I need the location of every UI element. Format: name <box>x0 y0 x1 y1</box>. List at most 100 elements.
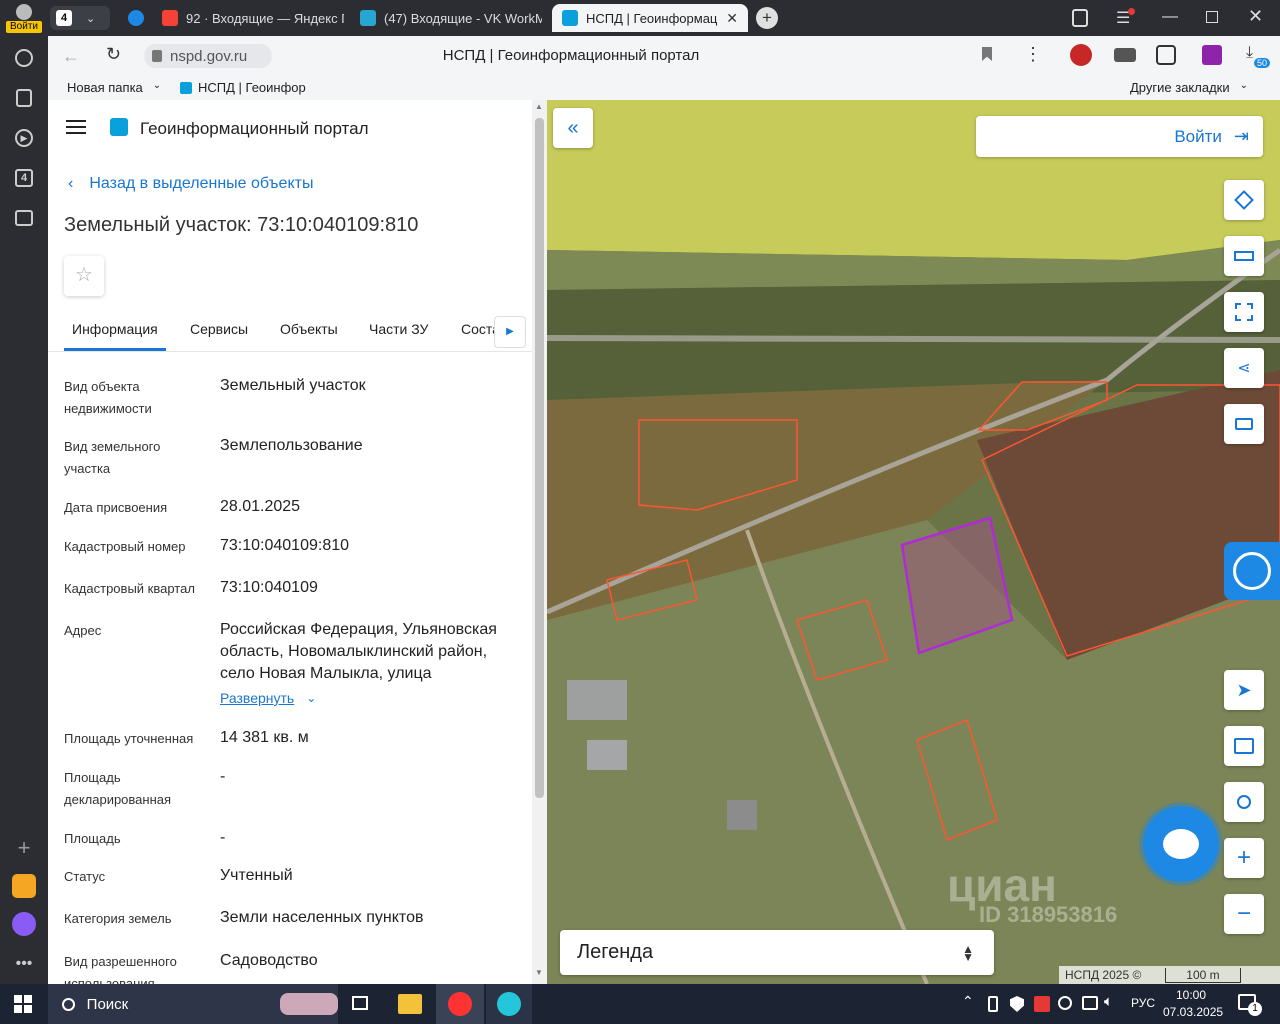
usb-icon[interactable] <box>988 996 998 1012</box>
reload-icon[interactable]: ↻ <box>106 44 121 65</box>
collections-icon[interactable] <box>1072 9 1088 27</box>
language-indicator[interactable]: РУС <box>1131 996 1155 1010</box>
panel-scrollbar[interactable]: ▲ ▼ <box>532 100 547 984</box>
browser-tab-bar: Войти 4 ⌄ 92 · Входящие — Яндекс П (47) … <box>0 0 1280 36</box>
chat-button[interactable] <box>1143 806 1219 882</box>
sakura-decoration-icon <box>280 993 338 1015</box>
field-value: - <box>220 829 226 846</box>
other-bookmarks[interactable]: Другие закладки ⌄ <box>1130 80 1248 95</box>
bookmark-icon[interactable] <box>982 47 992 61</box>
close-icon[interactable]: ✕ <box>726 10 738 27</box>
task-view-icon[interactable] <box>352 996 368 1010</box>
tabs-scroll-right-button[interactable]: ▶ <box>494 316 526 348</box>
more-options-icon[interactable]: ⋮ <box>1024 44 1042 65</box>
volume-icon[interactable]: 🔈︎ <box>1104 993 1113 1010</box>
video-play-icon[interactable]: ▶ <box>12 126 36 150</box>
extension-icon-2[interactable] <box>1114 48 1136 62</box>
tab-info[interactable]: Информация <box>72 321 158 337</box>
app-tray-icon[interactable] <box>1034 996 1050 1012</box>
network-icon[interactable] <box>1082 996 1098 1010</box>
restore-button[interactable] <box>1206 11 1218 23</box>
page-title: НСПД | Геоинформационный портал <box>442 47 700 64</box>
minimap-button[interactable] <box>1224 726 1264 766</box>
layers-button[interactable] <box>1224 180 1264 220</box>
zoom-out-button[interactable]: − <box>1224 894 1264 934</box>
collapse-panel-button[interactable]: « <box>553 108 593 148</box>
ruler-button[interactable] <box>1224 236 1264 276</box>
new-tab-button[interactable]: + <box>756 7 778 29</box>
scroll-up-arrow-icon[interactable]: ▲ <box>535 102 543 111</box>
clock[interactable]: 10:00 07.03.2025 <box>1163 987 1223 1021</box>
mail-at-icon <box>128 10 144 26</box>
screenshot-icon[interactable] <box>12 206 36 230</box>
tab-vk-workmail[interactable]: (47) Входящие - VK WorkM <box>350 4 542 32</box>
taskbar-search[interactable]: Поиск <box>48 984 338 1024</box>
tab-group-counter[interactable]: 4 ⌄ <box>50 6 110 30</box>
notifications-icon[interactable]: 1 <box>1238 994 1262 1016</box>
field-label: Статус <box>64 869 106 884</box>
back-link-label: Назад в выделенные объекты <box>89 175 314 192</box>
zoom-in-button[interactable]: + <box>1224 838 1264 878</box>
bookmark-folder[interactable]: Новая папка ⌄ <box>67 80 161 95</box>
show-hidden-icons[interactable]: ⌃ <box>962 993 974 1010</box>
print-button[interactable] <box>1224 404 1264 444</box>
messenger-app-icon[interactable] <box>486 984 532 1024</box>
lock-icon <box>152 50 162 62</box>
hamburger-menu-icon[interactable] <box>66 120 86 134</box>
windows-start-icon[interactable] <box>14 995 32 1013</box>
tab-objects[interactable]: Объекты <box>280 321 338 337</box>
collections-icon[interactable] <box>12 86 36 110</box>
login-button[interactable]: Войти ⇥ <box>976 116 1263 157</box>
yandex-browser-icon[interactable] <box>436 984 484 1024</box>
profile-button[interactable]: Войти <box>6 2 42 34</box>
back-link[interactable]: ‹ Назад в выделенные объекты <box>68 175 313 193</box>
tab-parts[interactable]: Части ЗУ <box>369 321 428 337</box>
url-text: nspd.gov.ru <box>170 47 248 65</box>
find-location-button[interactable] <box>1224 782 1264 822</box>
history-icon[interactable] <box>12 46 36 70</box>
alice-icon[interactable] <box>12 912 36 936</box>
field-label: Адрес <box>64 623 102 638</box>
share-button[interactable]: ⋖ <box>1224 348 1264 388</box>
sidebar-badge: 4 <box>15 169 33 187</box>
tab-services[interactable]: Сервисы <box>190 321 248 337</box>
bookmark-label: НСПД | Геоинфор <box>198 80 306 95</box>
favorite-button[interactable]: ☆ <box>64 256 104 296</box>
feedback-side-button[interactable] <box>1224 542 1280 600</box>
security-icon[interactable] <box>1010 996 1024 1012</box>
menu-icon[interactable]: ☰ <box>1116 8 1135 28</box>
back-arrow-icon[interactable]: ← <box>62 46 80 67</box>
legend-dropdown[interactable]: Легенда ▲ ▼ <box>560 930 994 975</box>
file-explorer-icon[interactable] <box>398 994 422 1014</box>
add-icon[interactable]: + <box>12 835 36 860</box>
watermark-id: ID 318953816 <box>979 902 1118 927</box>
minimize-button[interactable]: — <box>1162 8 1178 26</box>
area-search-button[interactable] <box>1224 292 1264 332</box>
notification-count: 1 <box>1248 1002 1262 1016</box>
close-window-button[interactable]: ✕ <box>1248 6 1263 27</box>
scroll-down-arrow-icon[interactable]: ▼ <box>535 968 543 977</box>
tabs-row: Информация Сервисы Объекты Части ЗУ Сост… <box>48 310 532 352</box>
url-pill[interactable]: nspd.gov.ru <box>144 44 272 68</box>
expand-collapse-icon: ▲ ▼ <box>962 941 974 964</box>
chevron-down-icon: ⌄ <box>86 12 96 25</box>
map-view[interactable]: « Войти ⇥ ⋖ ➤ + − циан ID 318953816 Леге… <box>547 100 1280 984</box>
geolocation-button[interactable]: ➤ <box>1224 670 1264 710</box>
scrollbar-thumb[interactable] <box>535 118 544 798</box>
tab-nspd[interactable]: НСПД | Геоинформаци ✕ <box>552 4 748 32</box>
tab-mail-icon-only[interactable] <box>118 4 148 32</box>
meet-icon[interactable] <box>1058 996 1072 1010</box>
mail-app-icon[interactable] <box>12 874 36 898</box>
layers-icon <box>1234 190 1254 210</box>
tab-yandex-mail[interactable]: 92 · Входящие — Яндекс П <box>152 4 344 32</box>
tab-count-sidebar-icon[interactable]: 4 <box>12 166 36 190</box>
chevron-down-icon: ⌄ <box>306 691 317 705</box>
bookmark-nspd[interactable]: НСПД | Геоинфор <box>180 80 308 95</box>
extension-icon-3[interactable] <box>1156 45 1176 65</box>
extension-icon-1[interactable] <box>1070 44 1092 66</box>
field-label: Площадь <box>64 831 121 846</box>
extension-icon-4[interactable] <box>1202 45 1222 65</box>
more-icon[interactable]: ••• <box>12 952 36 976</box>
expand-address-link[interactable]: Развернуть ⌄ <box>220 690 316 706</box>
download-icon[interactable]: ⤓ 50 <box>1246 44 1271 68</box>
